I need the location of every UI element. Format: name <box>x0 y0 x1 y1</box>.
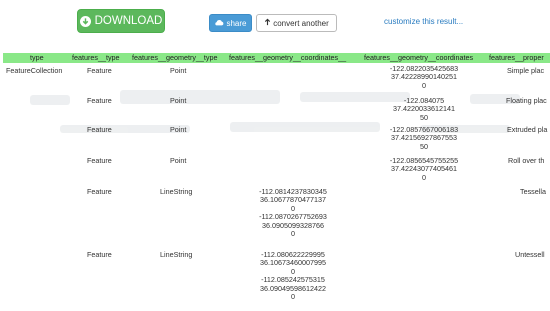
coord-value: 0 <box>422 172 426 182</box>
cell-coordinates: -122.0856545755255 37.42243077405461 0 <box>384 156 464 182</box>
toolbar: DOWNLOAD share convert another customize… <box>0 0 550 50</box>
cell-feature-type: Feature <box>87 187 112 196</box>
share-button[interactable]: share <box>209 14 252 32</box>
cell-coordinates: -122.0822035425683 37.42228990140251 0 <box>384 64 464 90</box>
cell-geometry-type: LineString <box>160 187 193 196</box>
cell-property: Simple plac <box>507 66 545 75</box>
cell-property: Tessella <box>520 187 546 196</box>
cell-geometry-type: Point <box>170 125 187 134</box>
cell-coordinates-nested: -112.0814237830345 36.10677870477137 0 -… <box>253 187 333 239</box>
cell-property: Floating plac <box>506 96 547 105</box>
column-header-coordinates-nested: features__geometry__coordinates__ <box>229 53 347 62</box>
cell-feature-type: Feature <box>87 156 112 165</box>
cell-geometry-type: Point <box>170 66 187 75</box>
cell-property: Roll over th <box>508 156 545 165</box>
customize-link[interactable]: customize this result... <box>384 17 463 26</box>
column-header-type: type <box>30 53 44 62</box>
cell-feature-type: Feature <box>87 66 112 75</box>
coord-value: 0 <box>422 80 426 90</box>
cell-geometry-type: Point <box>170 96 187 105</box>
convert-label: convert another <box>273 18 329 28</box>
column-header-geometry-type: features__geometry__type <box>132 53 218 62</box>
download-button[interactable]: DOWNLOAD <box>77 9 165 33</box>
download-icon <box>79 15 91 27</box>
cell-property: Untessell <box>515 250 545 259</box>
column-header-coordinates: features__geometry__coordinates <box>364 53 474 62</box>
table-header: type features__type features__geometry__… <box>3 53 550 63</box>
cell-feature-type: Feature <box>87 96 112 105</box>
cell-coordinates-nested: -112.080622229995 36.10673460007995 0 -1… <box>253 250 333 302</box>
coord-value: 0 <box>291 292 295 302</box>
cell-property: Extruded pla <box>507 125 548 134</box>
cell-type: FeatureCollection <box>6 66 63 75</box>
coord-value: 50 <box>420 141 428 151</box>
column-header-features-type: features__type <box>72 53 120 62</box>
cell-feature-type: Feature <box>87 125 112 134</box>
cell-feature-type: Feature <box>87 250 112 259</box>
cell-geometry-type: Point <box>170 156 187 165</box>
download-label: DOWNLOAD <box>94 15 163 27</box>
coord-value: 50 <box>420 112 428 122</box>
coord-value: 0 <box>291 229 295 239</box>
cloud-icon <box>214 19 224 28</box>
upload-arrow-icon <box>264 18 271 28</box>
share-label: share <box>226 18 247 28</box>
cell-geometry-type: LineString <box>160 250 193 259</box>
cell-coordinates: -122.084075 37.4220033612141 50 <box>384 96 464 122</box>
convert-another-button[interactable]: convert another <box>256 14 337 32</box>
column-header-properties: features__proper <box>489 53 544 62</box>
cell-coordinates: -122.0857667006183 37.42156927867553 50 <box>384 125 464 151</box>
